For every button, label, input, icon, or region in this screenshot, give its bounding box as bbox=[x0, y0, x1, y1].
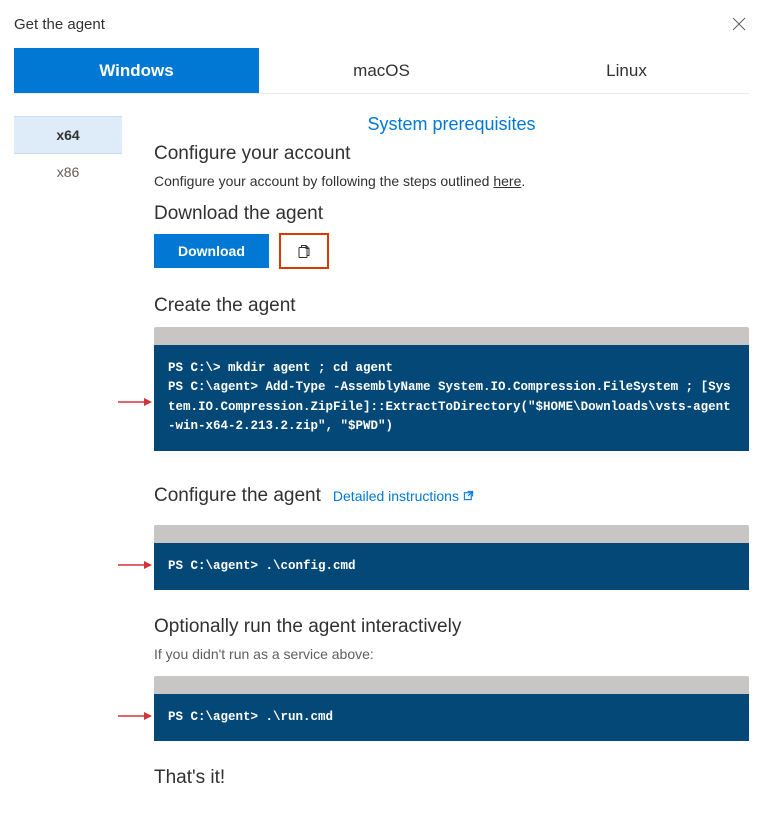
create-agent-code-block[interactable]: PS C:\> mkdir agent ; cd agent PS C:\age… bbox=[154, 327, 749, 451]
configure-account-link[interactable]: here bbox=[493, 173, 521, 189]
arch-sidebar: x64 x86 bbox=[14, 100, 122, 817]
external-link-icon bbox=[463, 490, 474, 501]
arch-x86[interactable]: x86 bbox=[14, 154, 122, 190]
tab-windows[interactable]: Windows bbox=[14, 48, 259, 93]
run-agent-heading: Optionally run the agent interactively bbox=[154, 616, 749, 638]
configure-account-text: Configure your account by following the … bbox=[154, 173, 749, 189]
download-heading: Download the agent bbox=[154, 203, 749, 225]
configure-account-heading: Configure your account bbox=[154, 143, 749, 165]
os-tabs: Windows macOS Linux bbox=[14, 48, 749, 94]
run-agent-code-block[interactable]: PS C:\agent> .\run.cmd bbox=[154, 676, 749, 741]
copy-icon bbox=[296, 243, 312, 259]
dialog-title: Get the agent bbox=[14, 16, 105, 33]
run-agent-code: PS C:\agent> .\run.cmd bbox=[154, 694, 749, 741]
arrow-annotation-icon bbox=[118, 397, 152, 407]
tab-linux[interactable]: Linux bbox=[504, 48, 749, 93]
arrow-annotation-icon bbox=[118, 711, 152, 721]
thats-it-heading: That's it! bbox=[154, 767, 749, 789]
create-agent-heading: Create the agent bbox=[154, 295, 749, 317]
download-button[interactable]: Download bbox=[154, 234, 269, 268]
run-agent-subtext: If you didn't run as a service above: bbox=[154, 646, 749, 662]
arrow-annotation-icon bbox=[118, 560, 152, 570]
configure-agent-code: PS C:\agent> .\config.cmd bbox=[154, 543, 749, 590]
tab-macos[interactable]: macOS bbox=[259, 48, 504, 93]
configure-agent-heading: Configure the agent bbox=[154, 485, 321, 507]
create-agent-code: PS C:\> mkdir agent ; cd agent PS C:\age… bbox=[154, 345, 749, 451]
detailed-instructions-link[interactable]: Detailed instructions bbox=[333, 488, 474, 504]
close-icon bbox=[732, 17, 746, 31]
arch-x64[interactable]: x64 bbox=[14, 116, 122, 154]
system-prerequisites-link[interactable]: System prerequisites bbox=[154, 114, 749, 135]
configure-agent-code-block[interactable]: PS C:\agent> .\config.cmd bbox=[154, 525, 749, 590]
close-button[interactable] bbox=[729, 14, 749, 34]
copy-download-button[interactable] bbox=[279, 233, 329, 269]
